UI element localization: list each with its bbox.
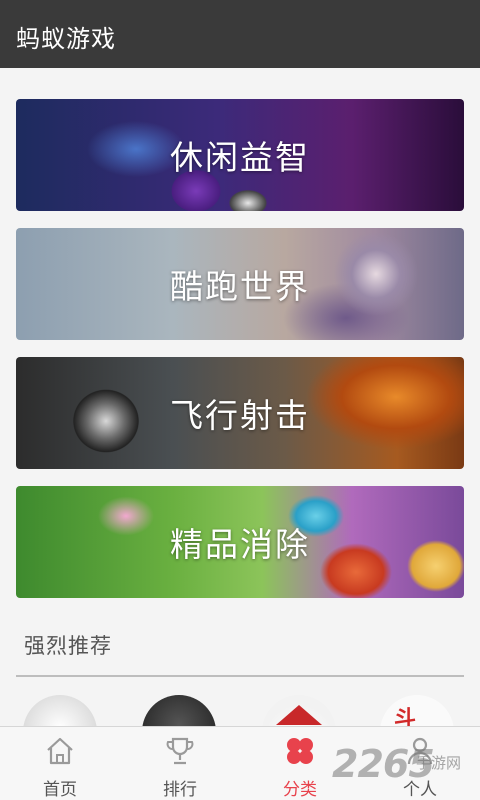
- tab-category[interactable]: 分类: [240, 727, 360, 800]
- app-header: 蚂蚁游戏: [0, 0, 480, 68]
- category-card-match3[interactable]: 精品消除: [16, 486, 464, 598]
- app-icon-art: [276, 705, 322, 725]
- tab-ranking[interactable]: 排行: [120, 727, 240, 800]
- tab-label: 个人: [403, 780, 437, 800]
- recommend-section-title: 强烈推荐: [24, 634, 112, 658]
- section-divider: [16, 675, 464, 677]
- trophy-icon: [166, 737, 194, 765]
- category-card-flight-shooter[interactable]: 飞行射击: [16, 357, 464, 469]
- app-title: 蚂蚁游戏: [16, 25, 116, 53]
- category-card-casual-puzzle[interactable]: 休闲益智: [16, 99, 464, 211]
- bottom-tab-bar: 首页 排行 分类 个人: [0, 726, 480, 800]
- tab-label: 分类: [283, 780, 317, 800]
- category-card-parkour[interactable]: 酷跑世界: [16, 228, 464, 340]
- category-list: 休闲益智 酷跑世界 飞行射击 精品消除: [16, 99, 464, 615]
- tab-label: 首页: [43, 780, 77, 800]
- tab-home[interactable]: 首页: [0, 727, 120, 800]
- category-card-label: 精品消除: [170, 525, 310, 564]
- category-card-label: 休闲益智: [170, 138, 310, 177]
- clover-icon: [287, 738, 313, 764]
- home-icon: [47, 737, 73, 765]
- tab-profile[interactable]: 个人: [360, 727, 480, 800]
- category-card-label: 飞行射击: [170, 396, 310, 435]
- tab-label: 排行: [163, 780, 197, 800]
- person-icon: [407, 737, 433, 765]
- category-card-label: 酷跑世界: [170, 267, 310, 306]
